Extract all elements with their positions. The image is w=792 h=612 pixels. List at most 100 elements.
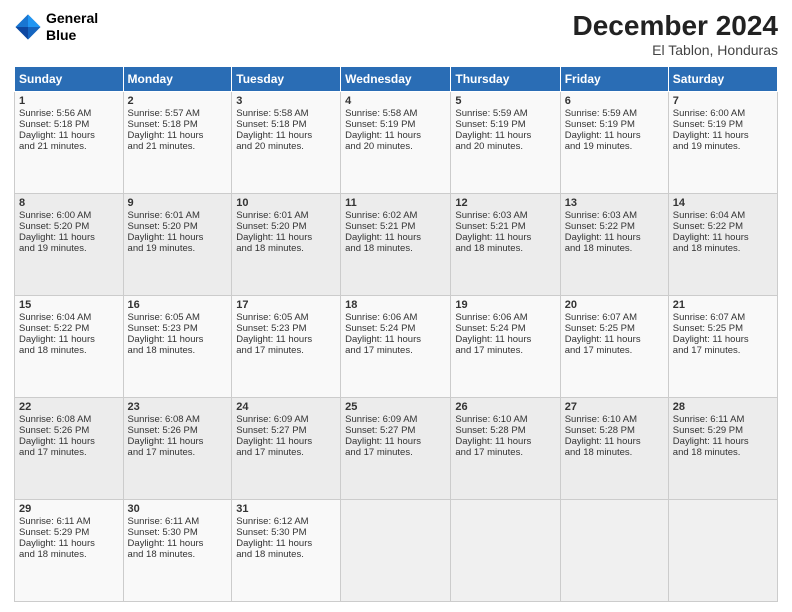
day-info-line: and 19 minutes.: [19, 243, 119, 254]
day-info-line: and 20 minutes.: [236, 141, 336, 152]
calendar-header-cell: Sunday: [15, 67, 124, 92]
day-number: 27: [565, 401, 664, 413]
day-info-line: and 18 minutes.: [673, 447, 773, 458]
day-info-line: Sunrise: 6:09 AM: [236, 414, 336, 425]
day-info-line: Daylight: 11 hours: [455, 232, 555, 243]
calendar-day-cell: 30Sunrise: 6:11 AMSunset: 5:30 PMDayligh…: [123, 500, 232, 602]
day-number: 31: [236, 503, 336, 515]
calendar-day-cell: 14Sunrise: 6:04 AMSunset: 5:22 PMDayligh…: [668, 194, 777, 296]
day-number: 14: [673, 197, 773, 209]
calendar-day-cell: 27Sunrise: 6:10 AMSunset: 5:28 PMDayligh…: [560, 398, 668, 500]
calendar-day-cell: [560, 500, 668, 602]
day-info-line: and 18 minutes.: [345, 243, 446, 254]
day-info-line: Sunrise: 6:05 AM: [236, 312, 336, 323]
calendar-day-cell: 26Sunrise: 6:10 AMSunset: 5:28 PMDayligh…: [451, 398, 560, 500]
day-info-line: Sunrise: 6:11 AM: [128, 516, 228, 527]
day-info-line: and 21 minutes.: [19, 141, 119, 152]
calendar-header-cell: Saturday: [668, 67, 777, 92]
day-info-line: Sunrise: 6:00 AM: [19, 210, 119, 221]
day-info-line: Sunrise: 6:00 AM: [673, 108, 773, 119]
calendar-day-cell: 4Sunrise: 5:58 AMSunset: 5:19 PMDaylight…: [341, 92, 451, 194]
day-info-line: Daylight: 11 hours: [673, 130, 773, 141]
calendar-day-cell: 10Sunrise: 6:01 AMSunset: 5:20 PMDayligh…: [232, 194, 341, 296]
day-info-line: and 20 minutes.: [345, 141, 446, 152]
day-info-line: Sunset: 5:28 PM: [565, 425, 664, 436]
day-info-line: and 17 minutes.: [565, 345, 664, 356]
day-info-line: Sunset: 5:22 PM: [673, 221, 773, 232]
subtitle: El Tablon, Honduras: [573, 42, 778, 58]
day-info-line: Daylight: 11 hours: [19, 130, 119, 141]
day-info-line: Daylight: 11 hours: [673, 334, 773, 345]
day-info-line: Sunrise: 6:07 AM: [565, 312, 664, 323]
day-info-line: and 17 minutes.: [236, 345, 336, 356]
day-number: 28: [673, 401, 773, 413]
day-info-line: and 21 minutes.: [128, 141, 228, 152]
calendar-day-cell: [668, 500, 777, 602]
day-info-line: Daylight: 11 hours: [128, 334, 228, 345]
logo-text: General Blue: [46, 10, 98, 44]
calendar-week-row: 15Sunrise: 6:04 AMSunset: 5:22 PMDayligh…: [15, 296, 778, 398]
day-number: 8: [19, 197, 119, 209]
day-info-line: Sunset: 5:29 PM: [673, 425, 773, 436]
calendar-day-cell: 29Sunrise: 6:11 AMSunset: 5:29 PMDayligh…: [15, 500, 124, 602]
day-number: 25: [345, 401, 446, 413]
day-info-line: Sunrise: 6:01 AM: [236, 210, 336, 221]
day-info-line: Daylight: 11 hours: [19, 538, 119, 549]
day-info-line: Daylight: 11 hours: [565, 232, 664, 243]
day-number: 20: [565, 299, 664, 311]
day-info-line: and 17 minutes.: [455, 447, 555, 458]
calendar-day-cell: 6Sunrise: 5:59 AMSunset: 5:19 PMDaylight…: [560, 92, 668, 194]
day-info-line: Sunrise: 6:12 AM: [236, 516, 336, 527]
day-number: 10: [236, 197, 336, 209]
day-info-line: Sunset: 5:19 PM: [455, 119, 555, 130]
calendar-header-cell: Tuesday: [232, 67, 341, 92]
day-number: 3: [236, 95, 336, 107]
day-info-line: Sunset: 5:18 PM: [19, 119, 119, 130]
day-info-line: Sunrise: 5:57 AM: [128, 108, 228, 119]
day-number: 21: [673, 299, 773, 311]
day-info-line: Sunset: 5:18 PM: [236, 119, 336, 130]
day-info-line: Sunset: 5:30 PM: [236, 527, 336, 538]
day-info-line: Sunset: 5:22 PM: [565, 221, 664, 232]
title-block: December 2024 El Tablon, Honduras: [573, 10, 778, 58]
day-number: 15: [19, 299, 119, 311]
day-info-line: Daylight: 11 hours: [345, 436, 446, 447]
day-info-line: Sunset: 5:19 PM: [565, 119, 664, 130]
day-info-line: Sunset: 5:20 PM: [236, 221, 336, 232]
day-info-line: Daylight: 11 hours: [345, 334, 446, 345]
day-info-line: Sunrise: 6:05 AM: [128, 312, 228, 323]
day-info-line: Daylight: 11 hours: [455, 334, 555, 345]
day-info-line: Sunset: 5:21 PM: [455, 221, 555, 232]
calendar-day-cell: 11Sunrise: 6:02 AMSunset: 5:21 PMDayligh…: [341, 194, 451, 296]
day-number: 29: [19, 503, 119, 515]
day-info-line: and 18 minutes.: [236, 243, 336, 254]
day-info-line: Sunset: 5:19 PM: [345, 119, 446, 130]
day-info-line: and 18 minutes.: [19, 549, 119, 560]
calendar-day-cell: 23Sunrise: 6:08 AMSunset: 5:26 PMDayligh…: [123, 398, 232, 500]
day-info-line: Daylight: 11 hours: [236, 232, 336, 243]
calendar-header-cell: Wednesday: [341, 67, 451, 92]
day-info-line: Sunset: 5:20 PM: [19, 221, 119, 232]
day-info-line: Sunset: 5:24 PM: [345, 323, 446, 334]
day-info-line: Sunrise: 6:04 AM: [19, 312, 119, 323]
day-info-line: Daylight: 11 hours: [236, 538, 336, 549]
day-info-line: Sunset: 5:23 PM: [236, 323, 336, 334]
calendar-week-row: 22Sunrise: 6:08 AMSunset: 5:26 PMDayligh…: [15, 398, 778, 500]
calendar-header-cell: Friday: [560, 67, 668, 92]
day-info-line: Daylight: 11 hours: [565, 334, 664, 345]
day-info-line: and 18 minutes.: [236, 549, 336, 560]
main-title: December 2024: [573, 10, 778, 42]
day-number: 9: [128, 197, 228, 209]
day-info-line: Sunrise: 6:11 AM: [673, 414, 773, 425]
day-number: 18: [345, 299, 446, 311]
day-info-line: Sunrise: 6:06 AM: [455, 312, 555, 323]
calendar-day-cell: 1Sunrise: 5:56 AMSunset: 5:18 PMDaylight…: [15, 92, 124, 194]
day-info-line: Daylight: 11 hours: [128, 436, 228, 447]
day-info-line: Sunrise: 6:03 AM: [565, 210, 664, 221]
day-info-line: Sunrise: 6:08 AM: [128, 414, 228, 425]
day-number: 30: [128, 503, 228, 515]
calendar-week-row: 1Sunrise: 5:56 AMSunset: 5:18 PMDaylight…: [15, 92, 778, 194]
day-info-line: Daylight: 11 hours: [673, 232, 773, 243]
calendar-day-cell: 25Sunrise: 6:09 AMSunset: 5:27 PMDayligh…: [341, 398, 451, 500]
day-info-line: Sunset: 5:25 PM: [673, 323, 773, 334]
